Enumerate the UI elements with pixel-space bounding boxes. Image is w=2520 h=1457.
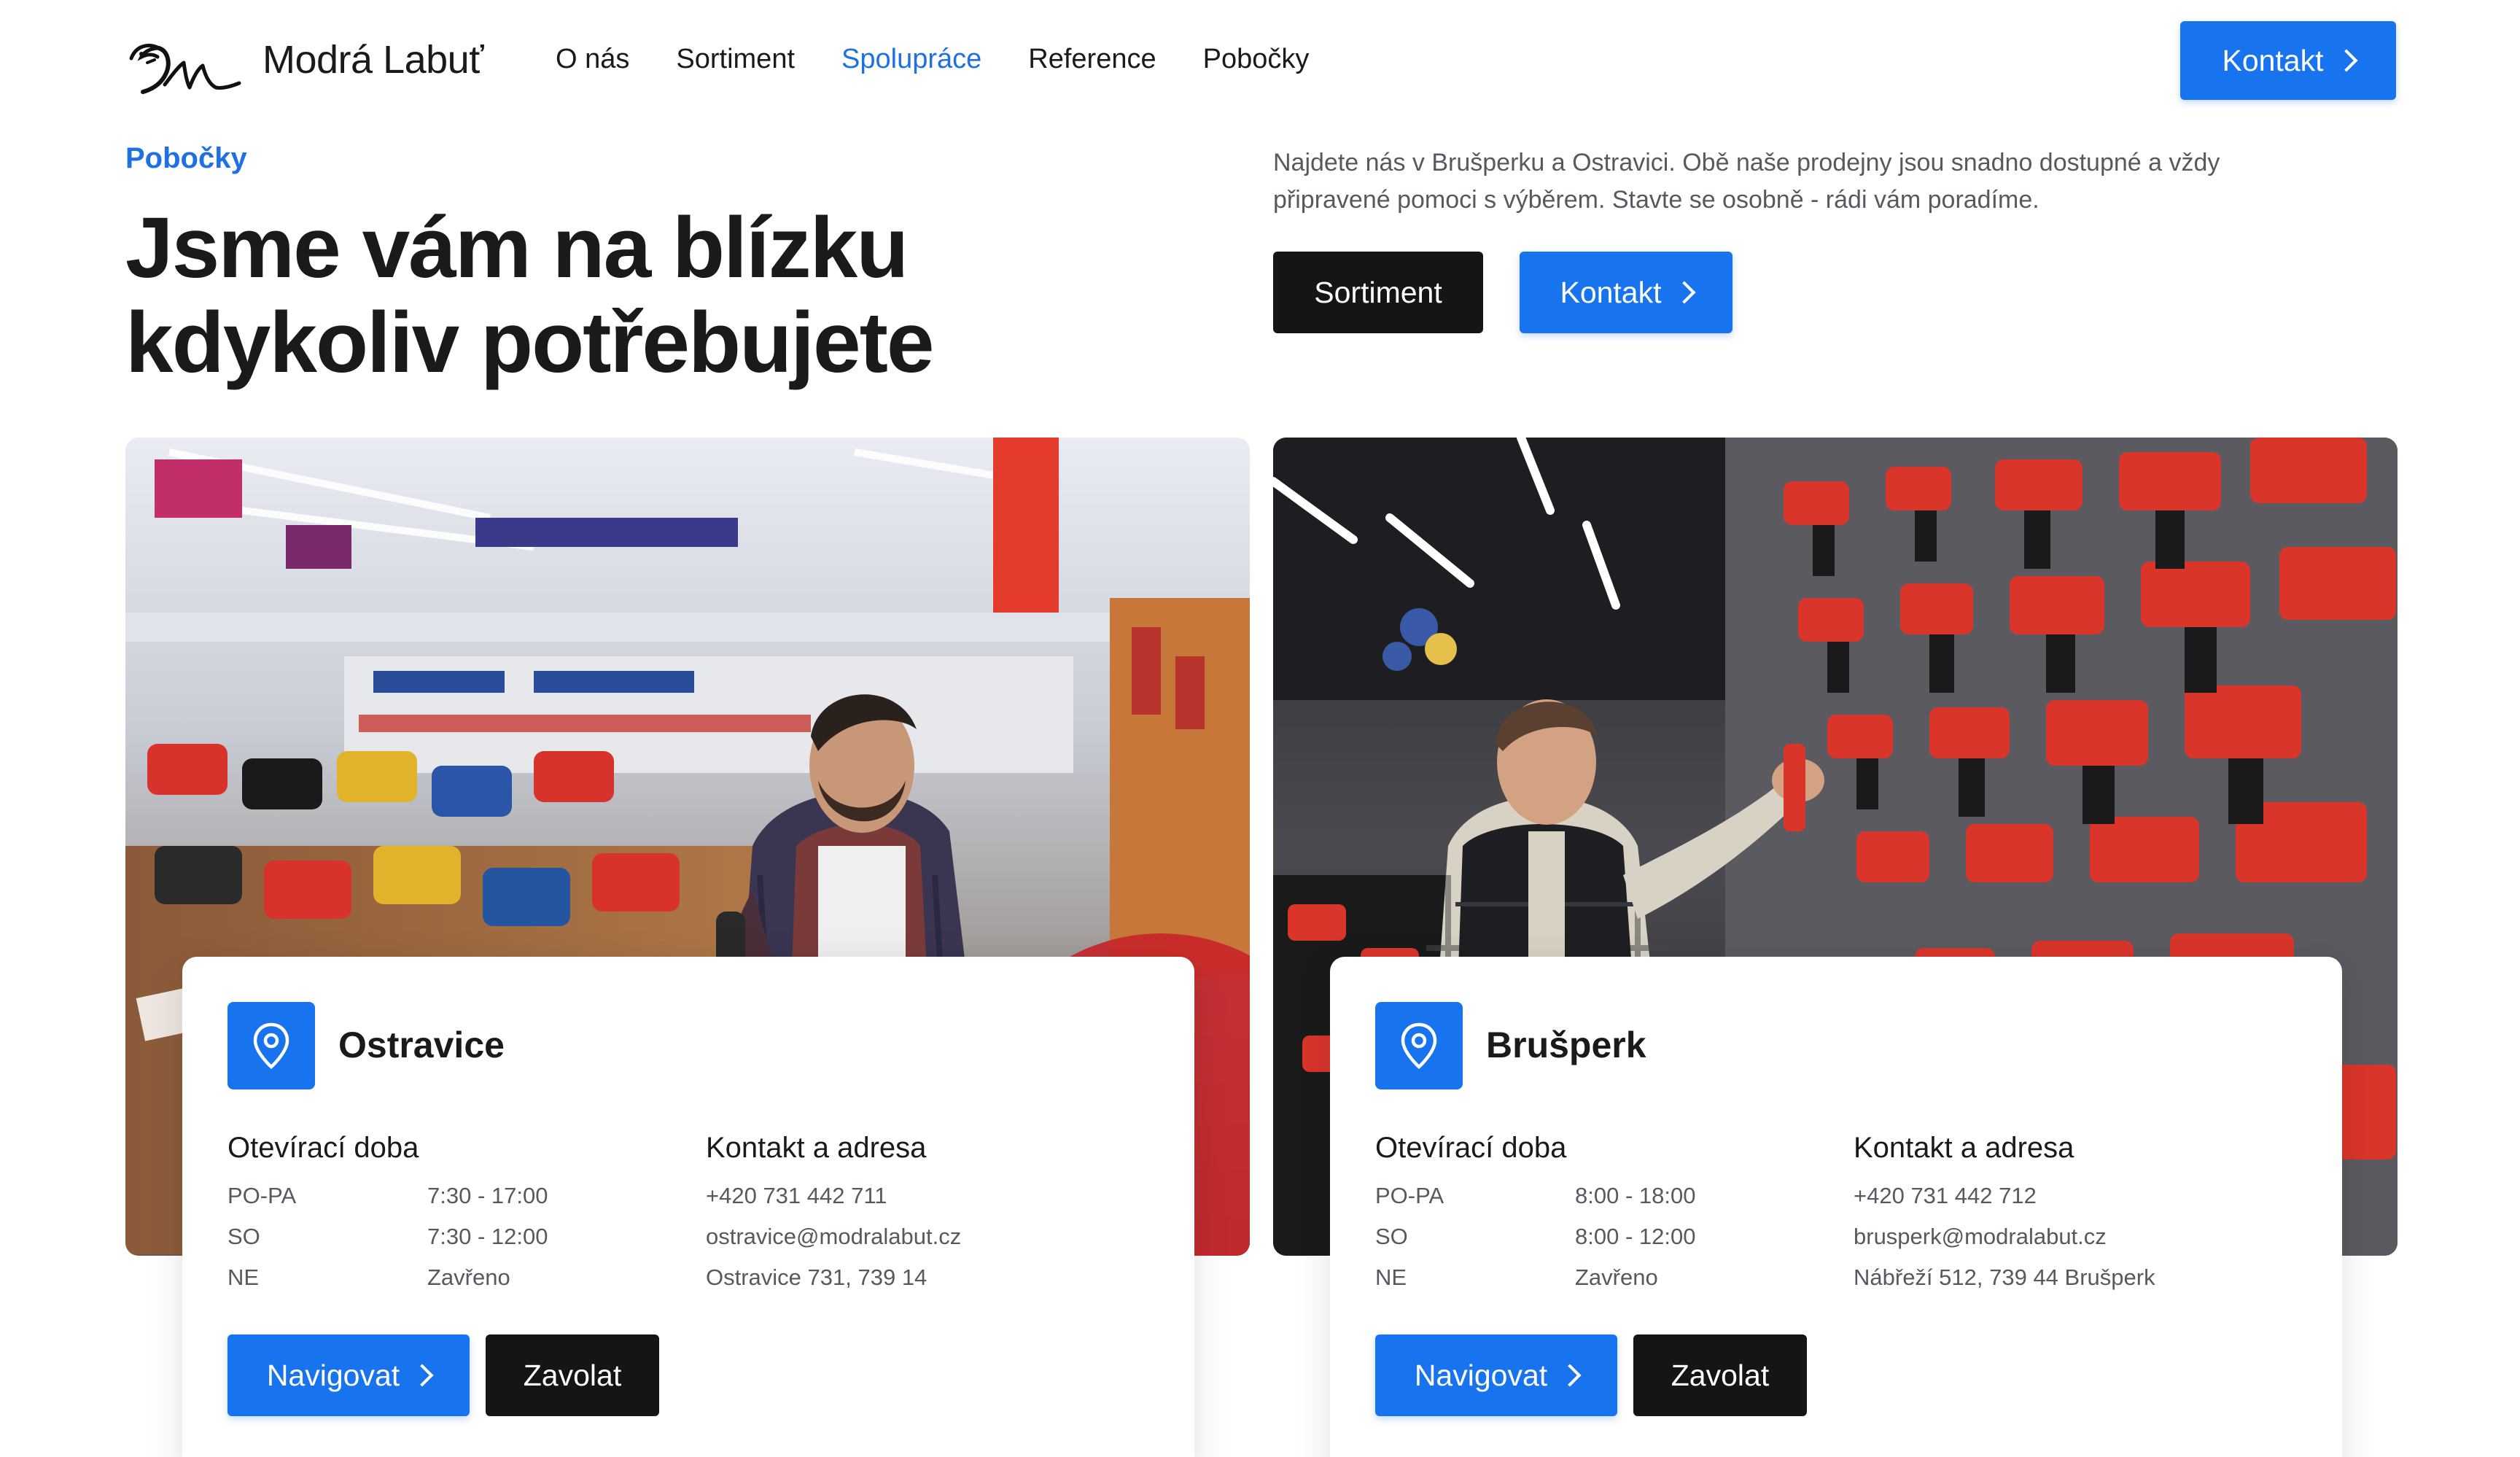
- site-header: Modrá Labuť O nás Sortiment Spolupráce R…: [0, 0, 2520, 124]
- chevron-right-icon: [2334, 49, 2358, 72]
- hero-description: Najdete nás v Brušperku a Ostravici. Obě…: [1273, 149, 2220, 214]
- hours-time: 7:30 - 17:00: [427, 1183, 548, 1208]
- hours-time: Zavřeno: [427, 1264, 510, 1290]
- header-contact-button[interactable]: Kontakt: [2180, 21, 2396, 100]
- hours-time: 8:00 - 18:00: [1575, 1183, 1696, 1208]
- hours-row: NE Zavřeno: [1375, 1257, 1827, 1298]
- nav-item-o-nas[interactable]: O nás: [556, 44, 629, 75]
- contact-title: Kontakt a adresa: [706, 1132, 927, 1164]
- sortiment-button-label: Sortiment: [1314, 275, 1442, 309]
- hours-day: NE: [228, 1264, 260, 1290]
- hours-row: SO 7:30 - 12:00: [228, 1216, 680, 1257]
- hero-contact-label: Kontakt: [1560, 275, 1662, 309]
- opening-hours: PO-PA 7:30 - 17:00 SO 7:30 - 12:00 NE Za…: [228, 1176, 680, 1298]
- call-button-label: Zavolat: [1671, 1358, 1770, 1392]
- hours-day: SO: [1375, 1224, 1408, 1249]
- nav-item-spoluprace[interactable]: Spolupráce: [841, 44, 981, 75]
- branch-name: Ostravice: [338, 1025, 505, 1065]
- address: Ostravice 731, 739 14: [706, 1264, 928, 1290]
- map-pin-icon: [228, 1002, 315, 1089]
- hours-row: SO 8:00 - 12:00: [1375, 1216, 1827, 1257]
- address: Nábřeží 512, 739 44 Brušperk: [1854, 1264, 2155, 1290]
- brand-name: Modrá Labuť: [262, 38, 483, 82]
- brand-logo[interactable]: Modrá Labuť: [125, 22, 483, 98]
- hours-row: PO-PA 7:30 - 17:00: [228, 1176, 680, 1216]
- navigate-button-label: Navigovat: [266, 1358, 400, 1392]
- header-contact-label: Kontakt: [2222, 43, 2324, 77]
- section-eyebrow: Pobočky: [125, 142, 247, 174]
- navigate-button[interactable]: Navigovat: [1375, 1334, 1617, 1416]
- map-pin-icon: [1375, 1002, 1463, 1089]
- call-button[interactable]: Zavolat: [486, 1334, 659, 1416]
- navigate-button[interactable]: Navigovat: [228, 1334, 470, 1416]
- branch-card-ostravice: Ostravice Otevírací doba Kontakt a adres…: [182, 957, 1194, 1457]
- hours-day: NE: [1375, 1264, 1407, 1290]
- email-link[interactable]: brusperk@modralabut.cz: [1854, 1216, 2320, 1257]
- nav-item-reference[interactable]: Reference: [1028, 44, 1156, 75]
- page-title: Jsme vám na blízku kdykoliv potřebujete: [125, 201, 1219, 390]
- contact-info: +420 731 442 711 ostravice@modralabut.cz…: [706, 1176, 1172, 1298]
- chevron-right-icon: [1672, 281, 1696, 304]
- main-nav: O nás Sortiment Spolupráce Reference Pob…: [556, 44, 1309, 75]
- phone-link[interactable]: +420 731 442 711: [706, 1176, 1172, 1216]
- hours-day: PO-PA: [228, 1183, 297, 1208]
- hours-time: 8:00 - 12:00: [1575, 1224, 1696, 1249]
- nav-item-pobocky[interactable]: Pobočky: [1203, 44, 1310, 75]
- hours-title: Otevírací doba: [1375, 1132, 1567, 1164]
- hours-day: PO-PA: [1375, 1183, 1444, 1208]
- hours-time: 7:30 - 12:00: [427, 1224, 548, 1249]
- swan-logo-icon: [129, 44, 241, 94]
- hours-day: SO: [228, 1224, 260, 1249]
- page-title-line-1: Jsme vám na blízku: [125, 200, 909, 296]
- hero-contact-button[interactable]: Kontakt: [1520, 252, 1732, 333]
- navigate-button-label: Navigovat: [1414, 1358, 1548, 1392]
- contact-title: Kontakt a adresa: [1854, 1132, 2074, 1164]
- hours-row: NE Zavřeno: [228, 1257, 680, 1298]
- hours-time: Zavřeno: [1575, 1264, 1658, 1290]
- email-link[interactable]: ostravice@modralabut.cz: [706, 1216, 1172, 1257]
- opening-hours: PO-PA 8:00 - 18:00 SO 8:00 - 12:00 NE Za…: [1375, 1176, 1827, 1298]
- contact-info: +420 731 442 712 brusperk@modralabut.cz …: [1854, 1176, 2320, 1298]
- call-button[interactable]: Zavolat: [1633, 1334, 1807, 1416]
- hours-title: Otevírací doba: [228, 1132, 419, 1164]
- page-title-line-2: kdykoliv potřebujete: [125, 295, 935, 391]
- branch-name: Brušperk: [1486, 1025, 1646, 1065]
- hours-row: PO-PA 8:00 - 18:00: [1375, 1176, 1827, 1216]
- call-button-label: Zavolat: [523, 1358, 622, 1392]
- chevron-right-icon: [411, 1364, 434, 1387]
- phone-link[interactable]: +420 731 442 712: [1854, 1176, 2320, 1216]
- sortiment-button[interactable]: Sortiment: [1273, 252, 1483, 333]
- branch-card-brusperk: Brušperk Otevírací doba Kontakt a adresa…: [1330, 957, 2342, 1457]
- chevron-right-icon: [1558, 1364, 1582, 1387]
- nav-item-sortiment[interactable]: Sortiment: [676, 44, 795, 75]
